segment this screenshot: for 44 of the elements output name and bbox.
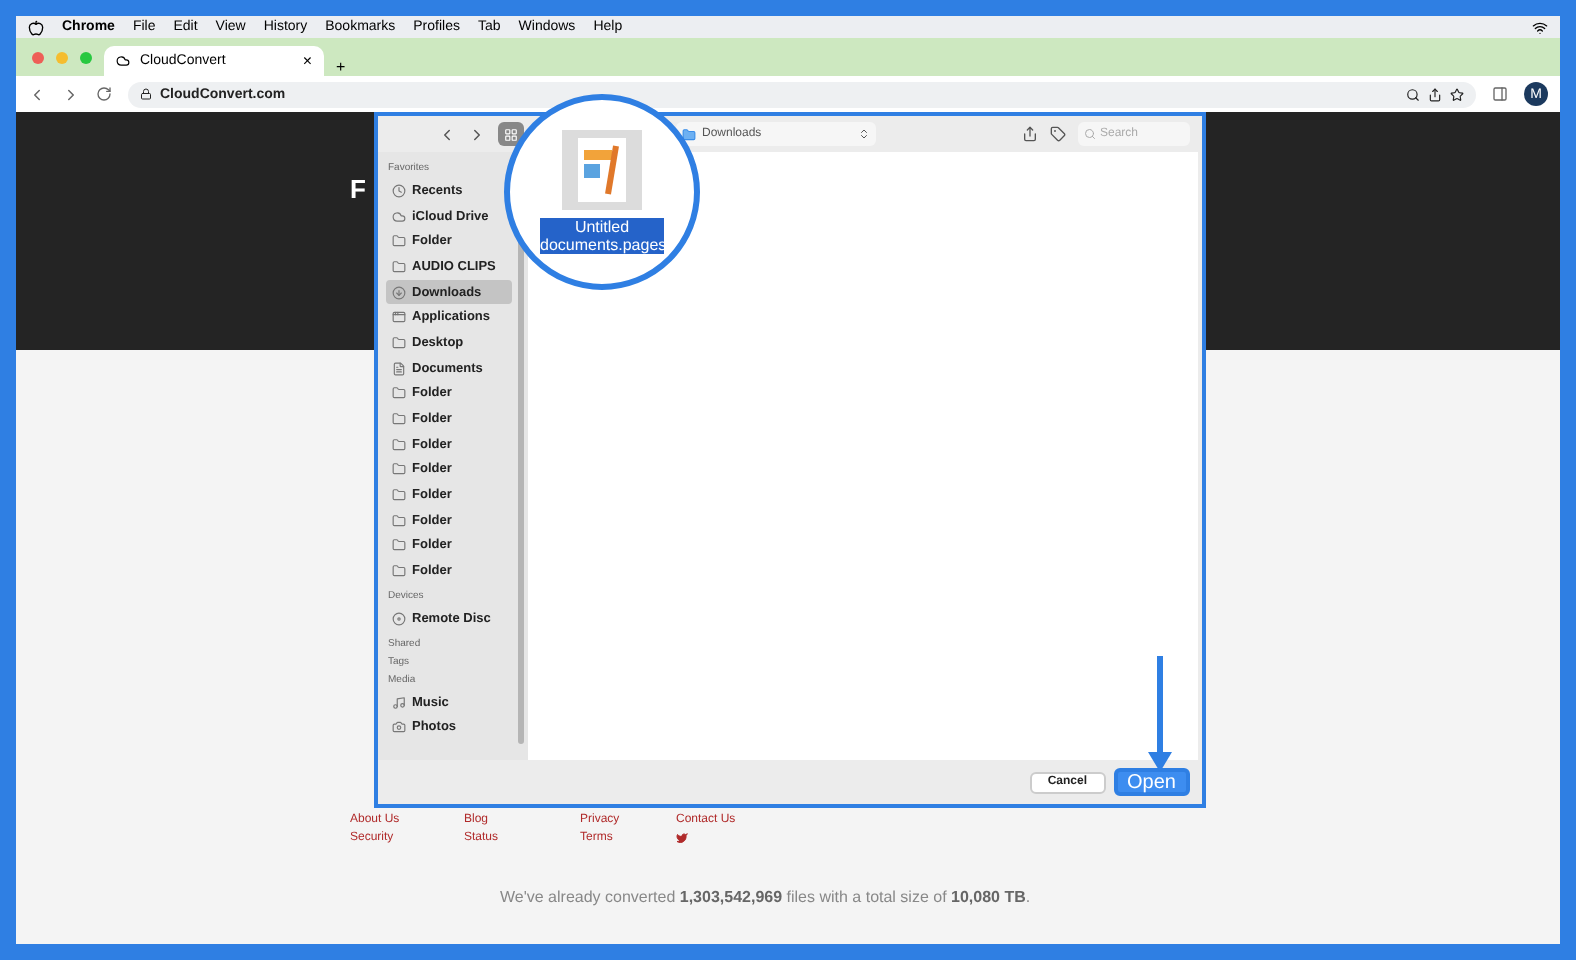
grid-view-button[interactable] — [498, 122, 524, 146]
camera-icon — [392, 720, 406, 735]
folder-icon — [392, 234, 406, 249]
folder-icon — [392, 335, 406, 350]
stats-text: We've already converted 1,303,542,969 files with a total size of 10,080 TB. — [500, 888, 1033, 906]
share-icon[interactable] — [1428, 87, 1442, 101]
new-tab-button[interactable]: + — [336, 58, 346, 76]
file-name[interactable]: Untitled documents.pages — [540, 218, 664, 254]
folder-icon — [392, 513, 406, 528]
apple-icon[interactable] — [28, 19, 44, 35]
wifi-icon[interactable] — [1532, 19, 1548, 35]
forward-icon[interactable] — [468, 125, 486, 143]
folder-icon — [392, 538, 406, 553]
star-icon[interactable] — [1450, 87, 1464, 101]
folder-icon — [682, 127, 696, 141]
share-icon[interactable] — [1022, 126, 1038, 142]
clock-icon — [392, 183, 406, 198]
back-icon[interactable] — [28, 85, 46, 103]
folder-icon — [392, 437, 406, 452]
folder-icon — [392, 564, 406, 579]
download-icon — [392, 285, 406, 300]
music-icon — [392, 695, 406, 710]
twitter-icon[interactable] — [676, 832, 688, 844]
cloud-icon — [392, 209, 406, 224]
search-icon — [1084, 128, 1096, 140]
reload-icon[interactable] — [96, 86, 112, 102]
folder-icon — [392, 259, 406, 274]
lock-icon — [140, 88, 152, 100]
folder-icon — [392, 412, 406, 427]
folder-icon — [392, 488, 406, 503]
disc-icon — [392, 611, 406, 626]
forward-icon[interactable] — [62, 85, 80, 103]
apps-icon — [392, 310, 406, 325]
back-icon[interactable] — [438, 125, 456, 143]
close-tab-button[interactable]: × — [302, 52, 312, 70]
doc-icon — [392, 361, 406, 376]
cloud-icon — [116, 54, 130, 68]
page-heading: F — [350, 174, 366, 204]
zoom-icon[interactable] — [1406, 87, 1420, 101]
side-panel-icon[interactable] — [1492, 86, 1508, 102]
folder-icon — [392, 386, 406, 401]
tag-icon[interactable] — [1050, 126, 1066, 142]
document-icon — [562, 130, 642, 210]
folder-icon — [392, 462, 406, 477]
